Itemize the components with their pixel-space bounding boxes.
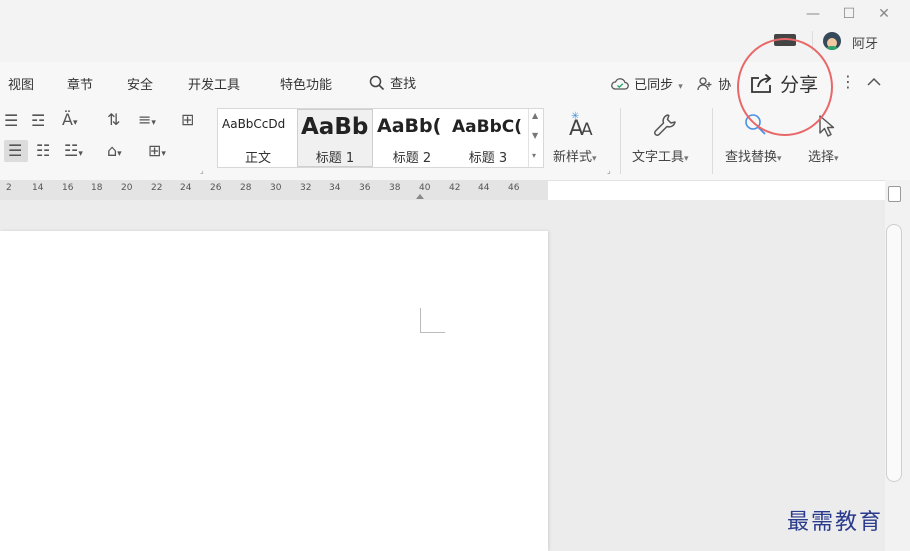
ruler-tick: 32 <box>300 183 312 193</box>
sync-label: 已同步 <box>634 78 674 93</box>
style-sample-normal: AaBbCcDd <box>222 117 286 131</box>
margin-marker <box>420 308 445 333</box>
style-sample-heading-3: AaBbC( <box>452 117 523 137</box>
user-name[interactable]: 阿牙 <box>852 33 878 52</box>
increase-indent-icon[interactable]: ☲ <box>31 111 45 130</box>
watermark-text: 最需教育 <box>787 510 884 535</box>
ruler-tick: 44 <box>478 183 490 193</box>
chevron-down-icon: ▾ <box>777 154 782 164</box>
style-sample-heading-1: AaBb <box>301 114 369 140</box>
ruler-tick: 22 <box>151 183 163 193</box>
minimize-button[interactable]: — <box>802 4 824 24</box>
style-name-heading-3: 标题 3 <box>468 151 508 166</box>
ruler-tick: 26 <box>210 183 222 193</box>
line-spacing-icon[interactable]: ≡▾ <box>138 110 156 129</box>
chevron-down-icon: ▾ <box>684 154 689 164</box>
ruler-tick: 42 <box>449 183 461 193</box>
divider <box>712 108 713 174</box>
align-justify-button[interactable]: ☰ <box>4 140 28 162</box>
ruler-tick: 24 <box>180 183 192 193</box>
ruler-tick: 16 <box>62 183 74 193</box>
horizontal-ruler[interactable]: 2 14 16 18 20 22 24 26 28 30 32 34 36 38… <box>0 180 548 200</box>
text-effects-icon[interactable]: Ä▾ <box>62 110 77 129</box>
ruler-tick: 28 <box>240 183 252 193</box>
style-heading-3[interactable]: AaBbC( 标题 3 <box>450 109 526 167</box>
new-style-button[interactable]: A A ✳ 新样式▾ <box>553 110 609 166</box>
close-button[interactable]: ✕ <box>873 4 895 24</box>
borders-icon[interactable]: ⊞▾ <box>148 141 166 160</box>
divider <box>620 108 621 174</box>
align-justify-icon: ☰ <box>8 141 23 160</box>
scroll-top-icon[interactable] <box>888 186 901 202</box>
paragraph-dialog-icon[interactable]: ⌟ <box>200 166 204 175</box>
svg-text:A: A <box>581 120 593 140</box>
sort-icon[interactable]: ⇅ <box>107 110 120 129</box>
chevron-up-icon[interactable]: ▲ <box>532 111 538 120</box>
chevron-down-icon: ▾ <box>592 154 597 164</box>
more-options-icon[interactable]: ⋮ <box>840 72 856 91</box>
text-tools-button[interactable]: 文字工具▾ <box>630 110 702 166</box>
ruler-tick: 34 <box>329 183 341 193</box>
ruler-tick: 40 <box>419 183 431 193</box>
search-icon <box>369 75 385 91</box>
expand-gallery-icon[interactable]: ▾ <box>532 151 536 160</box>
maximize-button[interactable]: ☐ <box>838 4 860 24</box>
menu-section[interactable]: 章节 <box>67 74 93 93</box>
document-page[interactable] <box>0 231 548 551</box>
list-icon[interactable]: ☳▾ <box>64 141 83 160</box>
menu-security[interactable]: 安全 <box>127 74 153 93</box>
cloud-sync-icon <box>611 78 629 90</box>
new-style-icon: A A ✳ <box>569 111 593 140</box>
select-label: 选择 <box>808 150 835 165</box>
menu-search-label: 查找 <box>390 77 417 92</box>
avatar[interactable] <box>823 32 841 50</box>
style-heading-1[interactable]: AaBb 标题 1 <box>297 109 373 167</box>
menu-features[interactable]: 特色功能 <box>280 74 332 93</box>
style-gallery: AaBbCcDd 正文 AaBb 标题 1 AaBb( 标题 2 AaBbC( … <box>217 108 544 168</box>
svg-text:✳: ✳ <box>571 111 579 122</box>
decrease-indent-icon[interactable]: ☰ <box>4 111 18 130</box>
user-add-icon <box>697 77 712 91</box>
style-normal[interactable]: AaBbCcDd 正文 <box>220 109 296 167</box>
ruler-tick: 46 <box>508 183 520 193</box>
ruler-tick: 36 <box>359 183 371 193</box>
chevron-down-icon[interactable]: ▼ <box>532 131 538 140</box>
style-name-normal: 正文 <box>244 151 271 166</box>
styles-dialog-icon[interactable]: ⌟ <box>607 166 611 175</box>
scrollbar-thumb[interactable] <box>886 224 902 482</box>
ruler-tick: 14 <box>32 183 44 193</box>
new-style-label: 新样式 <box>553 150 593 165</box>
ruler-tick: 20 <box>121 183 133 193</box>
collaborate-label: 协 <box>718 78 732 93</box>
collaborate-button[interactable]: 协 <box>697 74 731 93</box>
find-replace-label: 查找替换 <box>725 150 778 165</box>
highlight-circle <box>737 38 833 136</box>
style-gallery-scroller[interactable]: ▲ ▼ ▾ <box>528 109 543 167</box>
chevron-down-icon: ▾ <box>678 82 683 92</box>
table-icon[interactable]: ⊞ <box>181 110 194 129</box>
indent-marker[interactable] <box>416 194 424 199</box>
ruler-tick: 18 <box>91 183 103 193</box>
ruler-tick: 30 <box>270 183 282 193</box>
ruler-tick: 38 <box>389 183 401 193</box>
menu-view[interactable]: 视图 <box>8 74 34 93</box>
menu-developer[interactable]: 开发工具 <box>188 74 240 93</box>
style-sample-heading-2: AaBb( <box>377 115 442 137</box>
style-name-heading-1: 标题 1 <box>315 151 355 166</box>
wrench-icon <box>654 114 676 136</box>
ruler-tick: 2 <box>6 183 12 193</box>
style-name-heading-2: 标题 2 <box>392 151 432 166</box>
shading-icon[interactable]: ⌂▾ <box>107 141 122 160</box>
chevron-down-icon: ▾ <box>834 154 839 164</box>
text-tools-label: 文字工具 <box>632 150 685 165</box>
sync-status[interactable]: 已同步 ▾ <box>611 74 683 93</box>
style-heading-2[interactable]: AaBb( 标题 2 <box>375 109 449 167</box>
collapse-ribbon-icon[interactable] <box>866 77 882 87</box>
menu-search[interactable]: 查找 <box>369 73 416 92</box>
distribute-icon[interactable]: ☷ <box>36 141 50 160</box>
